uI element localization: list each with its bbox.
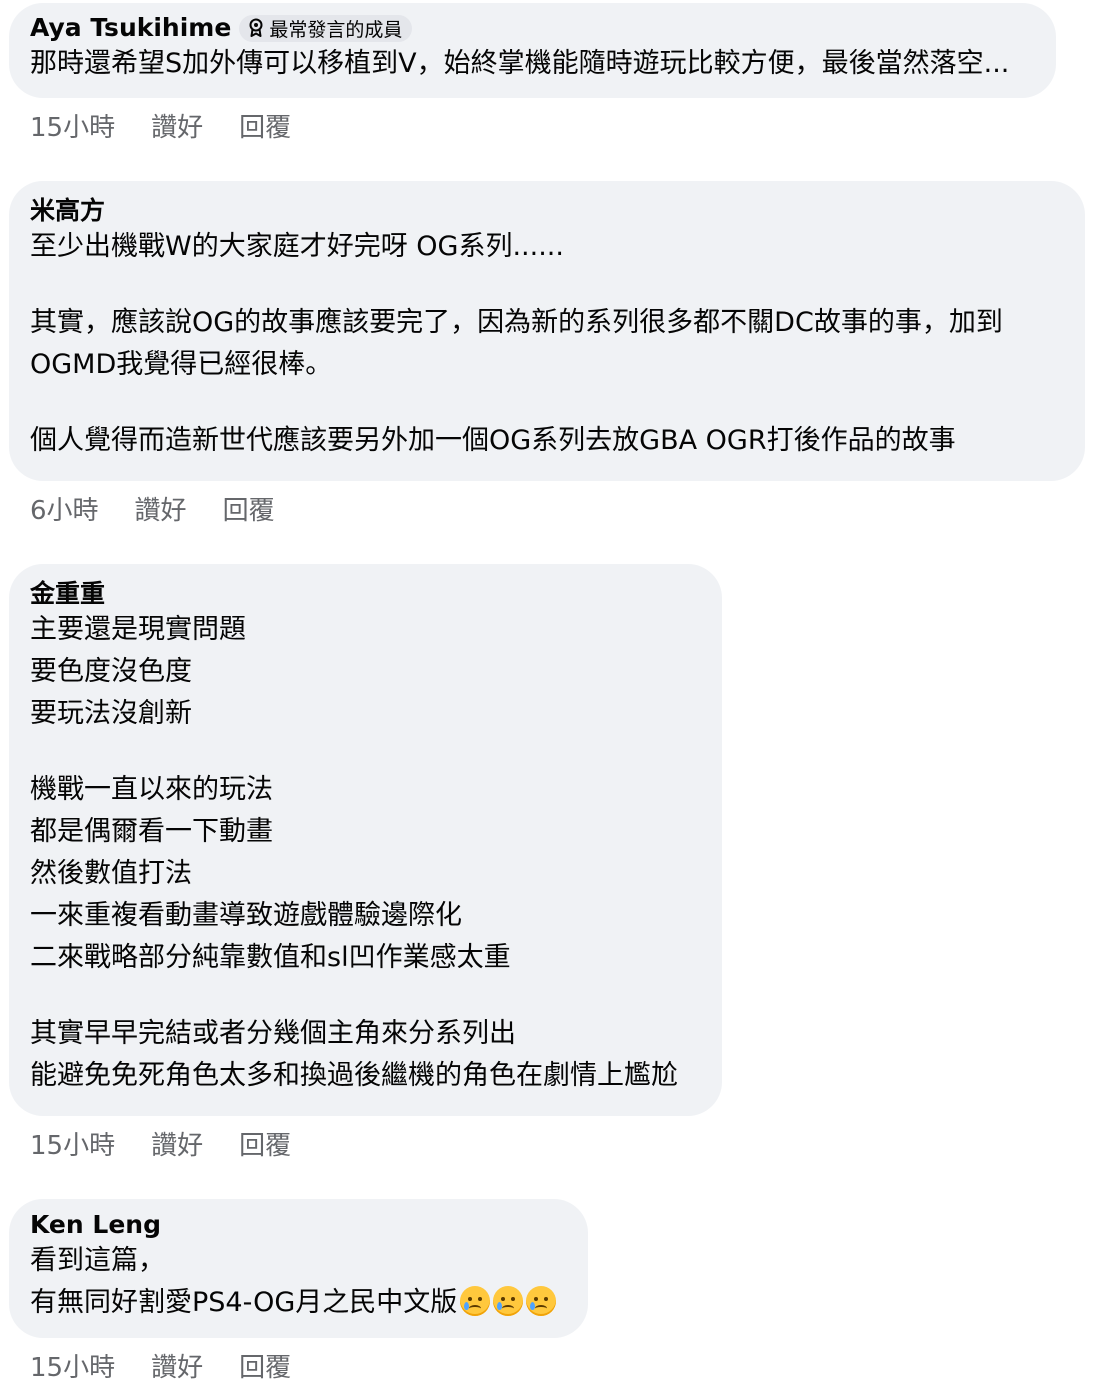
- comment-text-line: 個人覺得而造新世代應該要另外加一個OG系列去放GBA OGR打後作品的故事: [30, 425, 956, 456]
- comment-4: Ken Leng 看到這篇， 有無同好割愛PS4-OG月之民中文版: [9, 1199, 588, 1338]
- comment-bubble: 米高方 至少出機戰W的大家庭才好完呀 OG系列...... 其實，應該說OG的故…: [9, 181, 1085, 481]
- comment-blank-line: [30, 979, 700, 1013]
- badge-label: 最常發言的成員: [269, 18, 403, 41]
- comment-text-line: 能避免免死角色太多和換過後繼機的角色在劇情上尷尬: [30, 1060, 678, 1091]
- tear-drop: [497, 1302, 503, 1310]
- comment-1: Aya Tsukihime 最常發言的成員 那時還希望S加外傳可以移植到V，始終…: [9, 3, 1056, 98]
- reply-button[interactable]: 回覆: [223, 496, 275, 526]
- comment-2: 米高方 至少出機戰W的大家庭才好完呀 OG系列...... 其實，應該說OG的故…: [9, 181, 1085, 481]
- comment-text-line: 機戰一直以來的玩法: [30, 774, 273, 805]
- like-button[interactable]: 讚好: [151, 1131, 203, 1161]
- comment-bubble: 金重重 主要還是現實問題 要色度沒色度 要玩法沒創新 機戰一直以來的玩法 都是偶…: [9, 564, 722, 1116]
- reply-button[interactable]: 回覆: [239, 1353, 291, 1383]
- like-button[interactable]: 讚好: [151, 1353, 203, 1383]
- comment-blank-line: [30, 386, 1063, 420]
- comment-text-line: 主要還是現實問題: [30, 614, 246, 645]
- award-icon: [249, 18, 263, 37]
- comment-text-line: 二來戰略部分純靠數值和sl凹作業感太重: [30, 942, 511, 973]
- comment-header: 米高方: [30, 196, 1063, 226]
- tear-drop: [530, 1302, 536, 1310]
- comment-text-line: 有無同好割愛PS4-OG月之民中文版: [30, 1282, 566, 1324]
- face-holding-back-tears-emoji: [493, 1286, 524, 1316]
- comment-timestamp[interactable]: 15小時: [30, 1131, 115, 1161]
- comment-actions: 6小時 讚好 回覆: [30, 496, 275, 526]
- comment-blank-line: [30, 268, 1063, 302]
- comment-text-line: 然後數值打法: [30, 858, 192, 889]
- comment-text-line: OGMD我覺得已經很棒。: [30, 349, 333, 380]
- reply-button[interactable]: 回覆: [239, 113, 291, 143]
- face-holding-back-tears-emoji: [460, 1286, 491, 1316]
- comment-text-line: 看到這篇，: [30, 1245, 165, 1276]
- comment-timestamp[interactable]: 6小時: [30, 496, 99, 526]
- top-contributor-badge: 最常發言的成員: [239, 14, 413, 42]
- comment-author[interactable]: 米高方: [30, 196, 105, 226]
- comment-text-line: 其實早早完結或者分幾個主角來分系列出: [30, 1018, 516, 1049]
- comment-text-line: 至少出機戰W的大家庭才好完呀 OG系列......: [30, 231, 564, 262]
- like-button[interactable]: 讚好: [151, 113, 203, 143]
- comment-bubble: Aya Tsukihime 最常發言的成員 那時還希望S加外傳可以移植到V，始終…: [9, 3, 1056, 98]
- comment-actions: 15小時 讚好 回覆: [30, 113, 291, 143]
- comment-text-line: 其實，應該說OG的故事應該要完了，因為新的系列很多都不關DC故事的事，加到: [30, 307, 1003, 338]
- comment-actions: 15小時 讚好 回覆: [30, 1353, 291, 1383]
- face-holding-back-tears-emoji: [526, 1286, 557, 1316]
- comment-timestamp[interactable]: 15小時: [30, 113, 115, 143]
- comment-text-line: 要玩法沒創新: [30, 698, 192, 729]
- comment-actions: 15小時 讚好 回覆: [30, 1131, 291, 1161]
- comment-3: 金重重 主要還是現實問題 要色度沒色度 要玩法沒創新 機戰一直以來的玩法 都是偶…: [9, 564, 722, 1116]
- comment-blank-line: [30, 735, 700, 769]
- comment-header: 金重重: [30, 579, 700, 609]
- comment-author[interactable]: 金重重: [30, 579, 105, 609]
- comment-header: Aya Tsukihime 最常發言的成員: [30, 13, 1034, 43]
- comment-text-line: 都是偶爾看一下動畫: [30, 816, 273, 847]
- like-button[interactable]: 讚好: [135, 496, 187, 526]
- reply-button[interactable]: 回覆: [239, 1131, 291, 1161]
- comment-timestamp[interactable]: 15小時: [30, 1353, 115, 1383]
- comment-header: Ken Leng: [30, 1210, 566, 1240]
- comment-text-line: 一來重複看動畫導致遊戲體驗邊際化: [30, 900, 462, 931]
- tear-drop: [464, 1302, 470, 1310]
- comment-bubble: Ken Leng 看到這篇， 有無同好割愛PS4-OG月之民中文版: [9, 1199, 588, 1338]
- comment-author[interactable]: Ken Leng: [30, 1210, 161, 1240]
- comment-text-line: 那時還希望S加外傳可以移植到V，始終掌機能隨時遊玩比較方便，最後當然落空...: [30, 48, 1010, 79]
- comment-text-line: 要色度沒色度: [30, 656, 192, 687]
- comment-author[interactable]: Aya Tsukihime: [30, 13, 231, 43]
- comment-text: 有無同好割愛PS4-OG月之民中文版: [30, 1287, 458, 1318]
